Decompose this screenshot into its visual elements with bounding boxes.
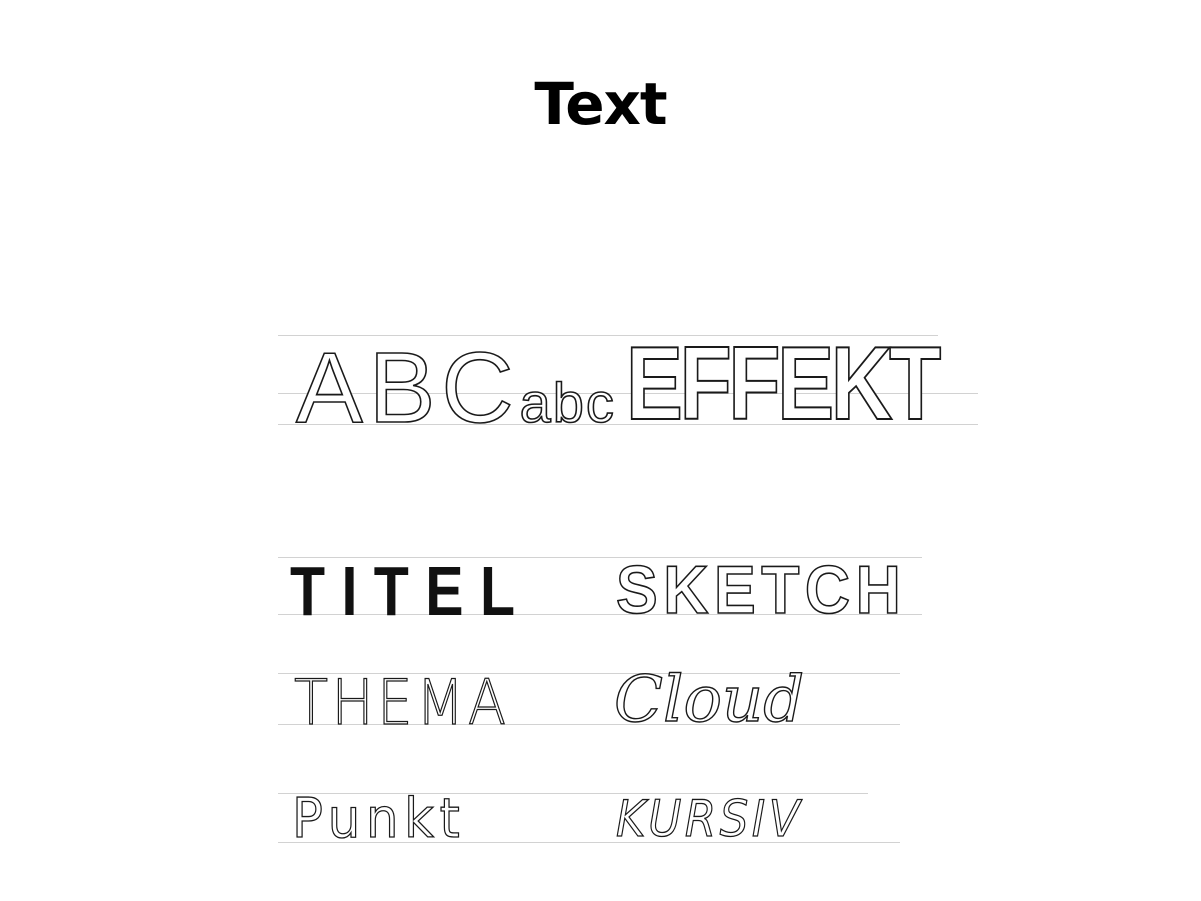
sample-abc-upper: ABC	[295, 332, 520, 444]
page-title: Text	[534, 70, 667, 138]
sample-abc-lower: abc	[519, 371, 616, 434]
sample-punkt: Punkt	[291, 787, 466, 850]
slide-page: Text ABCabc EFFEKT TITEL SKETCH THEMA Cl…	[0, 0, 1201, 901]
sample-cloud: Cloud	[613, 663, 805, 737]
sample-kursiv: KURSIV	[615, 790, 804, 848]
sample-abc: ABCabc	[295, 337, 616, 439]
sample-sketch: SKETCH	[615, 552, 907, 628]
sample-thema: THEMA	[293, 666, 510, 739]
sample-titel: TITEL	[290, 552, 532, 630]
sample-effekt: EFFEKT	[625, 326, 942, 442]
